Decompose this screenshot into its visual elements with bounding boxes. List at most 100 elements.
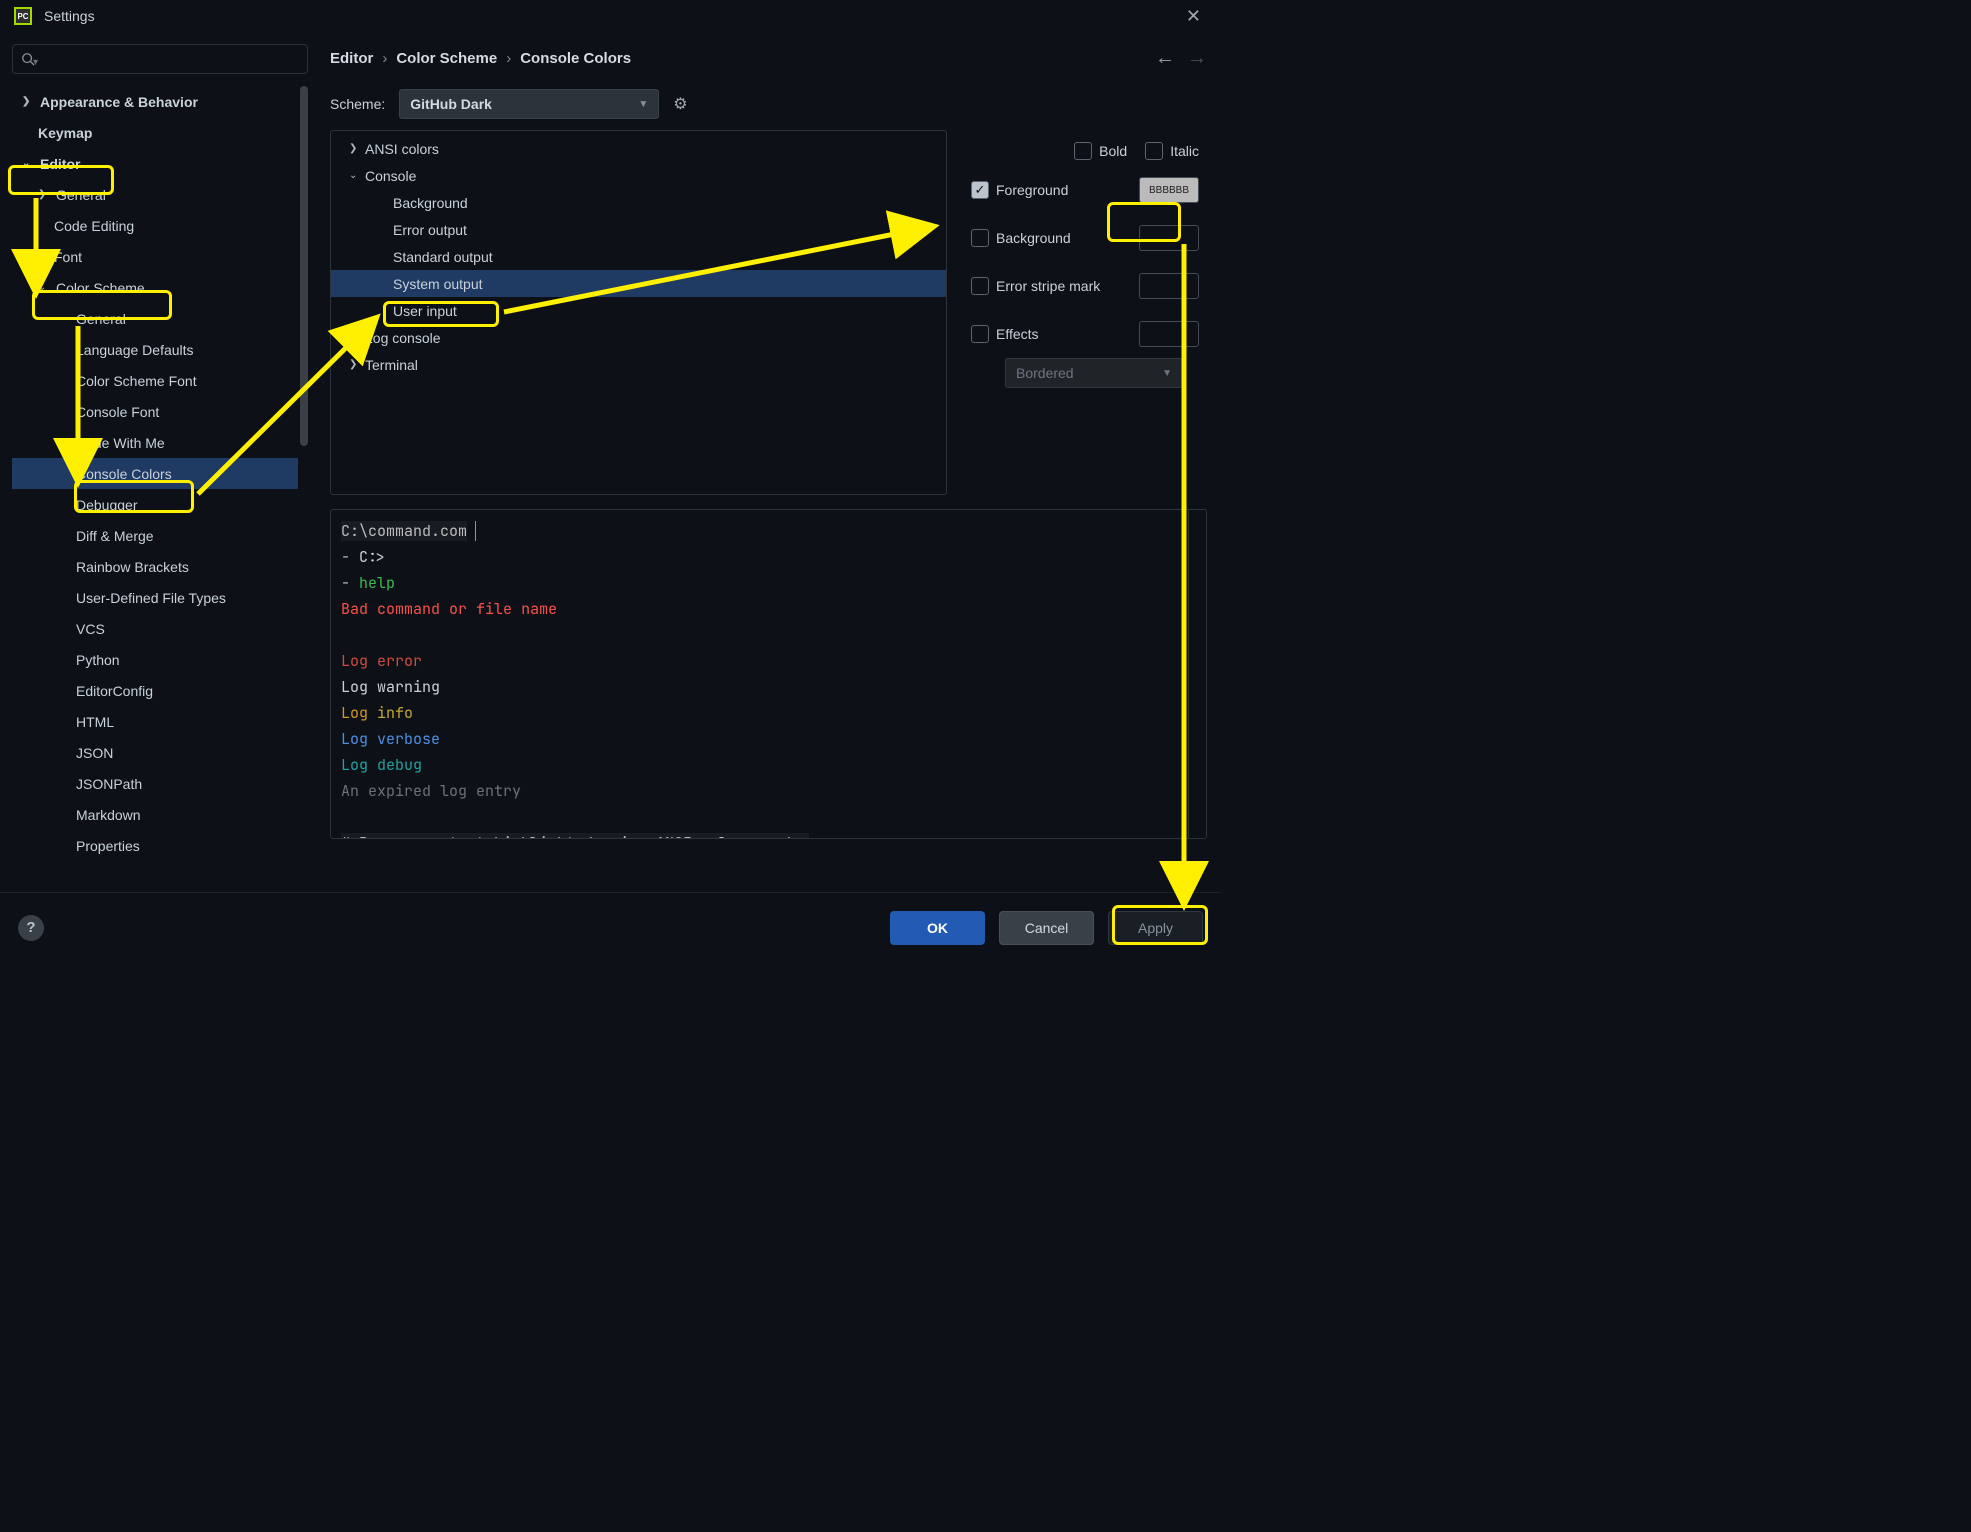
sidebar-item-cs-code-with-me[interactable]: Code With Me	[12, 427, 298, 458]
error-stripe-swatch[interactable]	[1139, 273, 1199, 299]
checkbox-label: Background	[996, 230, 1071, 246]
cat-item-error-output[interactable]: Error output	[331, 216, 946, 243]
nav-forward-icon[interactable]: →	[1187, 47, 1207, 70]
help-icon[interactable]: ?	[18, 915, 44, 941]
preview-seg: warning	[368, 677, 440, 697]
cat-item-terminal[interactable]: ❯Terminal	[331, 351, 946, 378]
preview-gutter	[1188, 510, 1206, 838]
sidebar-item-editor[interactable]: ⌄Editor	[12, 148, 298, 179]
gear-icon[interactable]: ⚙	[673, 94, 687, 114]
cancel-button[interactable]: Cancel	[999, 911, 1094, 945]
sidebar-item-cs-python[interactable]: Python	[12, 644, 298, 675]
breadcrumb-segment[interactable]: Color Scheme	[396, 50, 497, 67]
effects-swatch[interactable]	[1139, 321, 1199, 347]
cat-item-ansi[interactable]: ❯ANSI colors	[331, 135, 946, 162]
cat-item-log-console[interactable]: ❯Log console	[331, 324, 946, 351]
sidebar-item-cs-lang-defaults[interactable]: Language Defaults	[12, 334, 298, 365]
sidebar-item-cs-console-colors[interactable]: Console Colors	[12, 458, 298, 489]
cat-item-system-output[interactable]: System output	[331, 270, 946, 297]
sidebar-scrollbar[interactable]	[300, 86, 308, 446]
scheme-combo[interactable]: GitHub Dark ▼	[399, 89, 659, 119]
error-stripe-checkbox[interactable]: Error stripe mark	[971, 277, 1100, 295]
effects-checkbox[interactable]: Effects	[971, 325, 1039, 343]
sidebar-item-cs-console-font[interactable]: Console Font	[12, 396, 298, 427]
sidebar-item-cs-udft[interactable]: User-Defined File Types	[12, 582, 298, 613]
sidebar-item-general[interactable]: ❯General	[12, 179, 298, 210]
sidebar-item-cs-markdown[interactable]: Markdown	[12, 799, 298, 830]
breadcrumb-segment[interactable]: Console Colors	[520, 50, 631, 67]
nav-back-icon[interactable]: ←	[1155, 47, 1175, 70]
preview-seg: or	[449, 599, 467, 619]
category-tree[interactable]: ❯ANSI colors ⌄Console Background Error o…	[330, 130, 947, 495]
preview-seg: An	[341, 781, 359, 801]
sidebar-item-cs-editorconfig[interactable]: EditorConfig	[12, 675, 298, 706]
checkbox-label: Foreground	[996, 182, 1068, 198]
sidebar-item-font[interactable]: Font	[12, 241, 298, 272]
preview-seg: -	[341, 547, 359, 567]
cat-item-standard-output[interactable]: Standard output	[331, 243, 946, 270]
foreground-checkbox[interactable]: ✓Foreground	[971, 181, 1068, 199]
italic-checkbox[interactable]: Italic	[1145, 142, 1199, 160]
cat-item-console[interactable]: ⌄Console	[331, 162, 946, 189]
sidebar-item-cs-jsonpath[interactable]: JSONPath	[12, 768, 298, 799]
preview-seg: entry	[467, 781, 521, 801]
sidebar-item-appearance[interactable]: ❯Appearance & Behavior	[12, 86, 298, 117]
cat-item-user-input[interactable]: User input	[331, 297, 946, 324]
checkbox-label: Bold	[1099, 143, 1127, 159]
scheme-value: GitHub Dark	[410, 96, 492, 112]
sidebar-item-cs-debugger[interactable]: Debugger	[12, 489, 298, 520]
checkbox-label: Effects	[996, 326, 1039, 342]
button-label: Cancel	[1025, 920, 1069, 936]
sidebar-item-cs-general[interactable]: General	[12, 303, 298, 334]
preview-seg: debug	[368, 755, 422, 775]
cat-item-label: System output	[393, 276, 483, 292]
sidebar-item-label: User-Defined File Types	[76, 590, 226, 606]
sidebar-item-label: Python	[76, 652, 120, 668]
sidebar-item-label: Properties	[76, 838, 140, 854]
sidebar-item-keymap[interactable]: Keymap	[12, 117, 298, 148]
foreground-swatch[interactable]: BBBBBB	[1139, 177, 1199, 203]
sidebar-item-label: Markdown	[76, 807, 141, 823]
sidebar-item-color-scheme[interactable]: ⌄Color Scheme	[12, 272, 298, 303]
sidebar-item-code-editing[interactable]: Code Editing	[12, 210, 298, 241]
sidebar-item-label: Color Scheme	[56, 280, 145, 296]
background-swatch[interactable]	[1139, 225, 1199, 251]
sidebar-item-cs-properties[interactable]: Properties	[12, 830, 298, 861]
preview-seg: command	[368, 599, 449, 619]
preview-seg: help	[350, 573, 395, 593]
sidebar-item-label: Code Editing	[54, 218, 134, 234]
cat-item-label: Standard output	[393, 249, 493, 265]
preview-seg: Log	[341, 703, 368, 723]
sidebar-item-label: Color Scheme Font	[76, 373, 197, 389]
sidebar-item-cs-rainbow[interactable]: Rainbow Brackets	[12, 551, 298, 582]
sidebar-item-cs-font[interactable]: Color Scheme Font	[12, 365, 298, 396]
sidebar-item-label: HTML	[76, 714, 114, 730]
app-icon: PC	[14, 7, 32, 25]
apply-button[interactable]: Apply	[1108, 911, 1203, 945]
button-label: OK	[927, 920, 948, 936]
cat-item-background[interactable]: Background	[331, 189, 946, 216]
bold-checkbox[interactable]: Bold	[1074, 142, 1127, 160]
close-icon[interactable]: ✕	[1180, 4, 1207, 29]
settings-search[interactable]: ▾	[12, 44, 308, 74]
sidebar-item-label: General	[76, 311, 126, 327]
scheme-label: Scheme:	[330, 96, 385, 112]
background-checkbox[interactable]: Background	[971, 229, 1071, 247]
preview-seg: log	[440, 781, 467, 801]
checkbox-label: Error stripe mark	[996, 278, 1100, 294]
effects-combo[interactable]: Bordered ▼	[1005, 358, 1183, 388]
sidebar-item-cs-json[interactable]: JSON	[12, 737, 298, 768]
search-input[interactable]	[42, 52, 299, 67]
button-label: Apply	[1138, 920, 1173, 936]
sidebar-item-cs-vcs[interactable]: VCS	[12, 613, 298, 644]
ok-button[interactable]: OK	[890, 911, 985, 945]
preview-seg: file	[467, 599, 521, 619]
breadcrumb-segment[interactable]: Editor	[330, 50, 373, 67]
preview-seg: Log	[341, 677, 368, 697]
sidebar-item-label: Diff & Merge	[76, 528, 154, 544]
sidebar-item-label: Appearance & Behavior	[40, 94, 198, 110]
cat-item-label: Console	[365, 168, 416, 184]
sidebar-item-label: Rainbow Brackets	[76, 559, 189, 575]
sidebar-item-cs-html[interactable]: HTML	[12, 706, 298, 737]
sidebar-item-cs-diff-merge[interactable]: Diff & Merge	[12, 520, 298, 551]
